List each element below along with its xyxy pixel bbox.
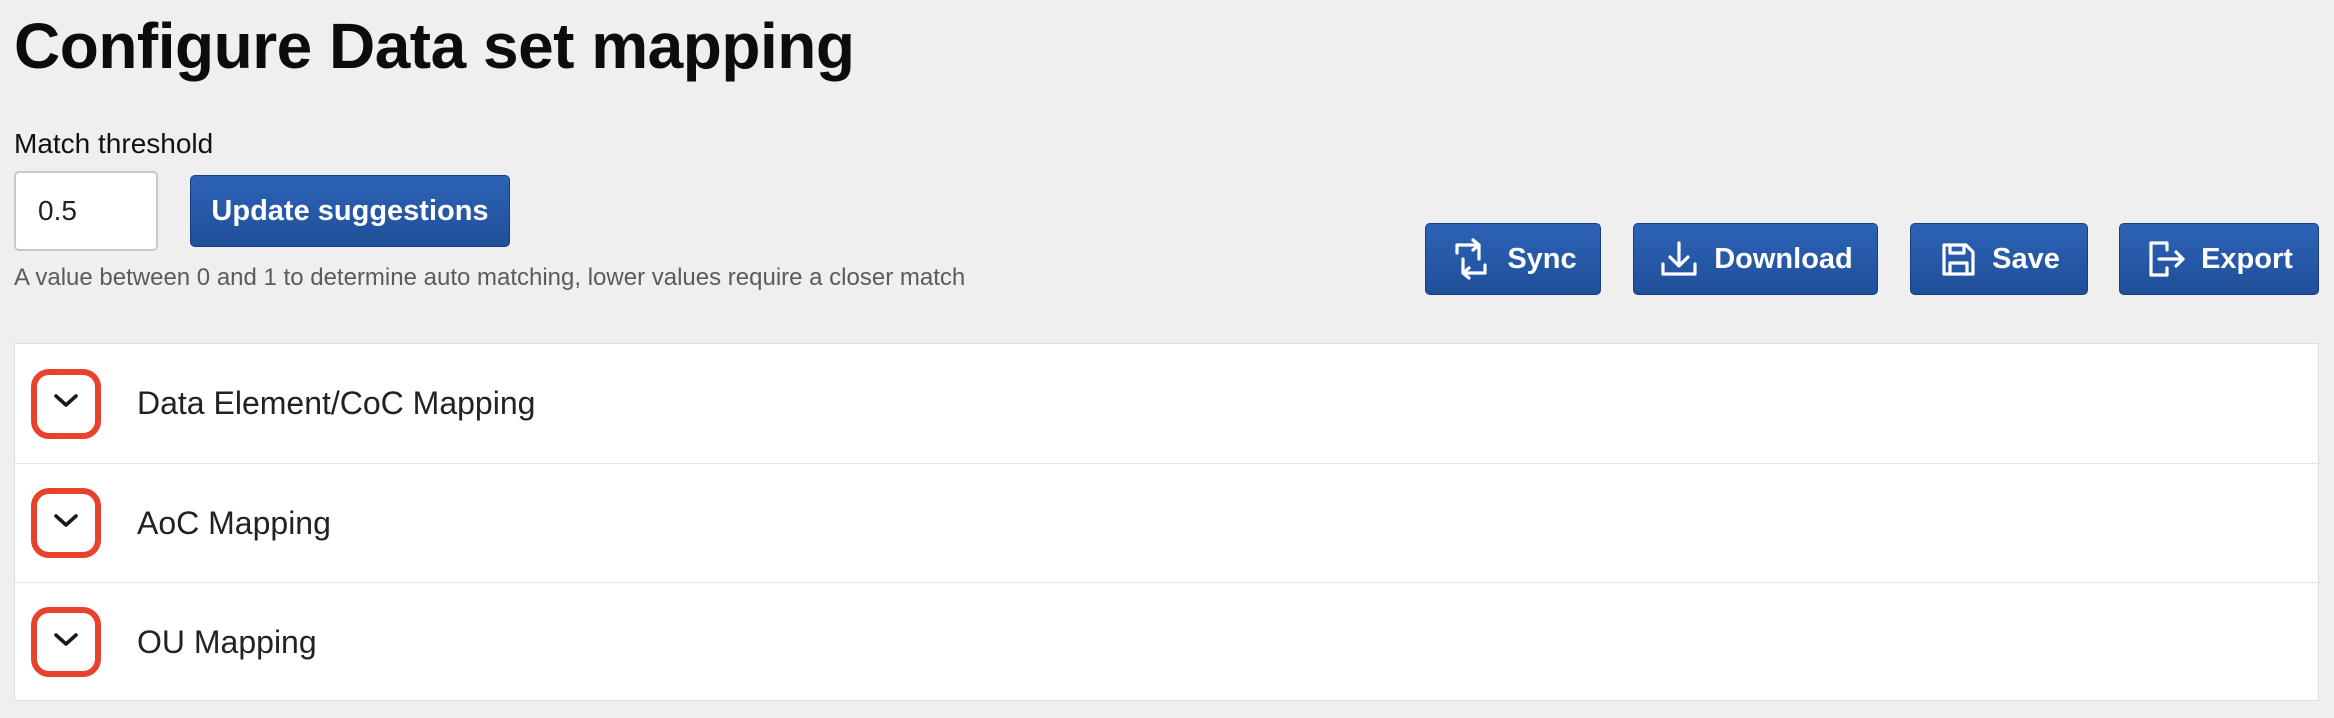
download-button[interactable]: Download bbox=[1633, 223, 1878, 295]
expand-toggle[interactable] bbox=[31, 607, 101, 677]
export-label: Export bbox=[2201, 242, 2293, 275]
save-icon bbox=[1938, 239, 1978, 279]
accordion-item-data-element-coc[interactable]: Data Element/CoC Mapping bbox=[15, 344, 2318, 463]
chevron-down-icon bbox=[52, 392, 80, 415]
export-icon bbox=[2145, 238, 2187, 280]
match-threshold-help: A value between 0 and 1 to determine aut… bbox=[14, 264, 966, 291]
accordion-item-aoc[interactable]: AoC Mapping bbox=[15, 463, 2318, 582]
accordion-item-ou[interactable]: OU Mapping bbox=[15, 582, 2318, 701]
chevron-down-icon bbox=[52, 512, 80, 535]
expand-toggle[interactable] bbox=[31, 488, 101, 558]
download-label: Download bbox=[1714, 242, 1853, 275]
sync-label: Sync bbox=[1507, 242, 1577, 275]
mapping-accordion: Data Element/CoC Mapping AoC Mapping OU … bbox=[14, 343, 2319, 701]
download-icon bbox=[1658, 238, 1700, 280]
update-suggestions-button[interactable]: Update suggestions bbox=[190, 175, 510, 247]
save-button[interactable]: Save bbox=[1910, 223, 2088, 295]
export-button[interactable]: Export bbox=[2119, 223, 2319, 295]
page-title: Configure Data set mapping bbox=[14, 10, 855, 82]
accordion-item-label: OU Mapping bbox=[137, 623, 317, 660]
save-label: Save bbox=[1992, 242, 2060, 275]
expand-toggle[interactable] bbox=[31, 368, 101, 439]
sync-icon bbox=[1449, 237, 1493, 281]
match-threshold-input[interactable] bbox=[14, 171, 158, 251]
match-threshold-label: Match threshold bbox=[14, 128, 214, 159]
sync-button[interactable]: Sync bbox=[1425, 223, 1601, 295]
accordion-item-label: Data Element/CoC Mapping bbox=[137, 385, 536, 421]
accordion-item-label: AoC Mapping bbox=[137, 504, 331, 541]
chevron-down-icon bbox=[52, 631, 80, 654]
update-suggestions-label: Update suggestions bbox=[211, 194, 489, 227]
